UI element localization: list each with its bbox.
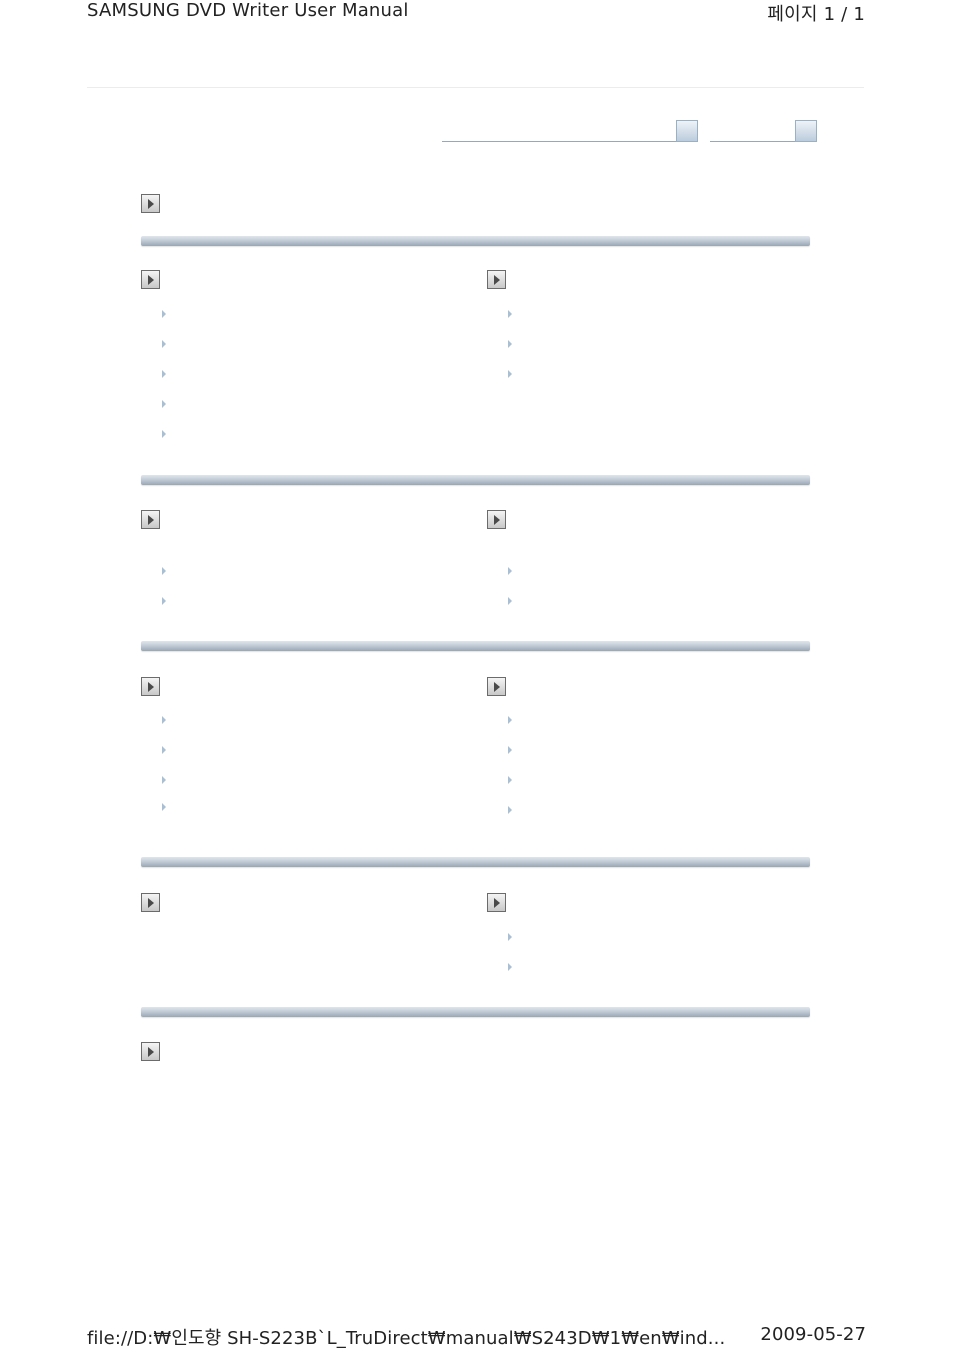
section-divider-bar: [141, 236, 810, 246]
section-play-icon[interactable]: [141, 194, 160, 213]
section-divider-bar: [141, 1007, 810, 1017]
section-play-icon[interactable]: [141, 510, 160, 529]
bullet-icon[interactable]: [162, 776, 166, 784]
bullet-icon[interactable]: [162, 716, 166, 724]
page-indicator: 페이지 1 / 1: [767, 4, 865, 25]
bullet-icon[interactable]: [508, 933, 512, 941]
section-play-icon[interactable]: [141, 270, 160, 289]
model-select[interactable]: [710, 120, 817, 142]
bullet-icon[interactable]: [162, 567, 166, 575]
section-play-icon[interactable]: [487, 893, 506, 912]
section-divider-bar: [141, 475, 810, 485]
bullet-icon[interactable]: [508, 597, 512, 605]
bullet-icon[interactable]: [162, 310, 166, 318]
bullet-icon[interactable]: [162, 430, 166, 438]
bullet-icon[interactable]: [508, 716, 512, 724]
bullet-icon[interactable]: [508, 340, 512, 348]
section-play-icon[interactable]: [141, 893, 160, 912]
bullet-icon[interactable]: [162, 597, 166, 605]
language-select[interactable]: [442, 120, 698, 142]
section-play-icon[interactable]: [141, 677, 160, 696]
bullet-icon[interactable]: [162, 746, 166, 754]
section-play-icon[interactable]: [487, 677, 506, 696]
header-divider: [87, 87, 864, 88]
bullet-icon[interactable]: [508, 567, 512, 575]
bullet-icon[interactable]: [162, 340, 166, 348]
language-select-dropdown-icon[interactable]: [676, 120, 698, 142]
bullet-icon[interactable]: [162, 400, 166, 408]
bullet-icon[interactable]: [162, 803, 166, 811]
section-play-icon[interactable]: [141, 1042, 160, 1061]
bullet-icon[interactable]: [162, 370, 166, 378]
bullet-icon[interactable]: [508, 370, 512, 378]
bullet-icon[interactable]: [508, 806, 512, 814]
bullet-icon[interactable]: [508, 746, 512, 754]
section-divider-bar: [141, 857, 810, 867]
file-path: file://D:₩인도향 SH-S223B`L_TruDirect₩manua…: [87, 1328, 726, 1349]
bullet-icon[interactable]: [508, 310, 512, 318]
bullet-icon[interactable]: [508, 963, 512, 971]
section-play-icon[interactable]: [487, 510, 506, 529]
print-date: 2009-05-27: [760, 1324, 866, 1345]
section-play-icon[interactable]: [487, 270, 506, 289]
section-divider-bar: [141, 641, 810, 651]
model-select-dropdown-icon[interactable]: [795, 120, 817, 142]
document-title: SAMSUNG DVD Writer User Manual: [87, 0, 409, 21]
bullet-icon[interactable]: [508, 776, 512, 784]
